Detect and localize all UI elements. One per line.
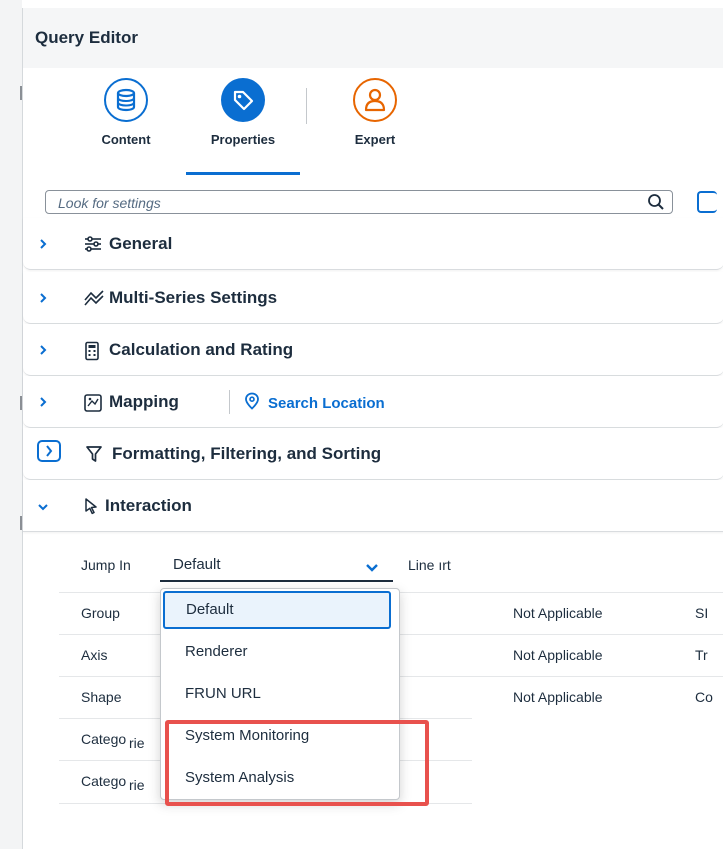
tab-label: Properties <box>210 132 276 147</box>
section-label: Calculation and Rating <box>109 340 294 359</box>
panel-title: Query Editor <box>35 28 138 47</box>
calculator-icon <box>83 341 101 366</box>
jump-in-label: Jump In <box>81 557 131 573</box>
chevron-down-icon <box>37 500 49 518</box>
section-label: Mapping <box>109 392 179 411</box>
section-calculation-and-rating[interactable]: Calculation and Rating <box>23 324 723 376</box>
active-tab-indicator <box>186 172 300 175</box>
tab-divider <box>306 88 307 124</box>
chevron-right-icon <box>37 395 49 413</box>
toggle-button[interactable] <box>697 191 717 213</box>
row-extra: Co <box>695 689 713 705</box>
line-chart-label: Line ırt <box>408 557 451 573</box>
chevron-right-icon <box>37 291 49 309</box>
cursor-icon <box>83 497 99 520</box>
row-name-tail: rie <box>129 777 145 793</box>
option-label: Renderer <box>185 643 248 660</box>
multi-line-chart-icon <box>83 289 105 312</box>
row-status: Not Applicable <box>513 647 603 663</box>
dropdown-option-system-analysis[interactable]: System Analysis <box>161 757 399 799</box>
database-icon <box>104 78 148 122</box>
row-name: Catego <box>81 731 127 747</box>
dropdown-option-frun-url[interactable]: FRUN URL <box>161 673 399 715</box>
jump-in-dropdown-list: Default Renderer FRUN URL System Monitor… <box>160 588 400 800</box>
tab-label: Expert <box>354 132 396 147</box>
section-multi-series-settings[interactable]: Multi-Series Settings <box>23 272 723 324</box>
option-label: System Analysis <box>185 769 295 786</box>
section-label: Interaction <box>105 496 192 515</box>
section-label: General <box>109 234 173 253</box>
search-location-label: Search Location <box>268 395 385 412</box>
tab-properties[interactable]: Properties <box>188 78 298 147</box>
user-icon <box>353 78 397 122</box>
section-label: Multi-Series Settings <box>109 288 278 307</box>
row-extra: Tr <box>695 647 708 663</box>
section-label: Formatting, Filtering, and Sorting <box>112 444 382 463</box>
option-label: FRUN URL <box>185 685 261 702</box>
location-pin-icon <box>244 392 260 415</box>
row-name: Axis <box>81 647 108 663</box>
row-name: Catego <box>81 773 127 789</box>
panel-header: Query Editor <box>23 8 723 69</box>
search-input[interactable] <box>56 193 630 213</box>
section-formatting-filtering-sorting[interactable]: Formatting, Filtering, and Sorting <box>23 428 723 480</box>
tab-label: Content <box>101 132 151 147</box>
select-value: Default <box>173 556 221 573</box>
tag-icon <box>221 78 265 122</box>
chevron-right-icon <box>37 343 49 361</box>
tab-content[interactable]: Content <box>71 78 181 147</box>
chevron-right-icon <box>37 237 49 255</box>
section-interaction[interactable]: Interaction <box>23 480 723 532</box>
row-extra: SI <box>695 605 709 621</box>
dropdown-option-system-monitoring[interactable]: System Monitoring <box>161 715 399 757</box>
chevron-down-icon <box>365 560 379 578</box>
filter-icon <box>85 445 103 468</box>
section-mapping[interactable]: Mapping Search Location <box>23 376 723 428</box>
left-background-strip <box>0 0 22 849</box>
settings-search <box>45 190 673 214</box>
search-icon[interactable] <box>647 193 665 216</box>
section-general[interactable]: General <box>23 218 723 270</box>
row-name-tail: rie <box>129 735 145 751</box>
jump-in-select[interactable]: Default <box>160 550 393 582</box>
row-name: Group <box>81 605 120 621</box>
search-location-link[interactable]: Search Location <box>244 392 385 415</box>
focused-expand-button[interactable] <box>37 440 61 462</box>
row-status: Not Applicable <box>513 689 603 705</box>
map-icon <box>83 393 103 418</box>
dropdown-option-renderer[interactable]: Renderer <box>161 631 399 673</box>
line-label-text: Line <box>408 557 435 573</box>
query-editor-panel: Query Editor Content Properties Expert L… <box>22 8 723 849</box>
section-divider <box>229 390 230 414</box>
row-status: Not Applicable <box>513 605 603 621</box>
tab-bar: Content Properties Expert <box>23 68 723 186</box>
row-name: Shape <box>81 689 122 705</box>
tab-expert[interactable]: Expert <box>320 78 430 147</box>
option-label: System Monitoring <box>185 727 310 744</box>
line-label-tail: ırt <box>438 557 451 573</box>
sliders-icon <box>83 235 103 258</box>
option-label: Default <box>186 601 234 618</box>
dropdown-option-default[interactable]: Default <box>163 591 391 629</box>
